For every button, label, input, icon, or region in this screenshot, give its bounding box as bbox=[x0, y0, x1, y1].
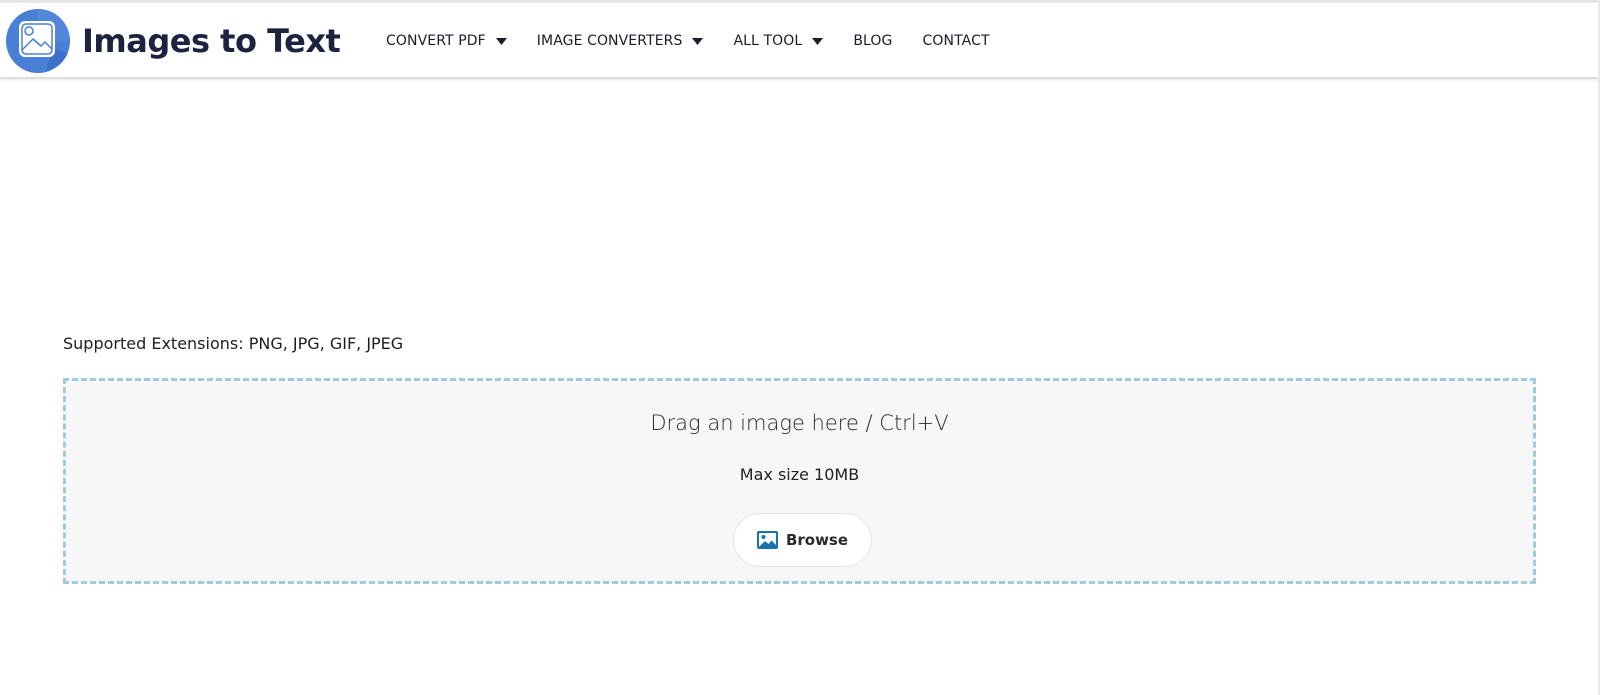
caret-down-icon bbox=[495, 37, 507, 45]
main-nav: CONVERT PDF IMAGE CONVERTERS ALL TOOL BL… bbox=[386, 3, 1020, 79]
caret-down-icon bbox=[692, 37, 704, 45]
nav-item-image-converters[interactable]: IMAGE CONVERTERS bbox=[537, 33, 704, 49]
nav-item-all-tool[interactable]: ALL TOOL bbox=[733, 33, 824, 49]
supported-extensions: Supported Extensions: PNG, JPG, GIF, JPE… bbox=[63, 334, 404, 353]
nav-item-label: CONVERT PDF bbox=[386, 33, 486, 49]
dropzone-title: Drag an image here / Ctrl+V bbox=[650, 411, 949, 435]
brand-name: Images to Text bbox=[82, 22, 341, 60]
image-dropzone[interactable]: Drag an image here / Ctrl+V Max size 10M… bbox=[63, 378, 1536, 584]
image-icon bbox=[756, 531, 778, 549]
browse-button[interactable]: Browse bbox=[733, 513, 872, 567]
nav-item-label: BLOG bbox=[853, 33, 893, 49]
nav-item-convert-pdf[interactable]: CONVERT PDF bbox=[386, 33, 507, 49]
caret-down-icon bbox=[812, 37, 824, 45]
max-size-text: Max size 10MB bbox=[739, 465, 860, 484]
nav-item-label: IMAGE CONVERTERS bbox=[536, 33, 683, 49]
nav-item-label: CONTACT bbox=[922, 33, 990, 49]
nav-item-blog[interactable]: BLOG bbox=[853, 33, 892, 49]
nav-item-contact[interactable]: CONTACT bbox=[923, 33, 990, 49]
nav-item-label: ALL TOOL bbox=[733, 33, 803, 49]
logo-image-icon bbox=[6, 9, 70, 73]
logo-link[interactable]: Images to Text bbox=[6, 9, 341, 73]
browse-label: Browse bbox=[785, 531, 849, 549]
